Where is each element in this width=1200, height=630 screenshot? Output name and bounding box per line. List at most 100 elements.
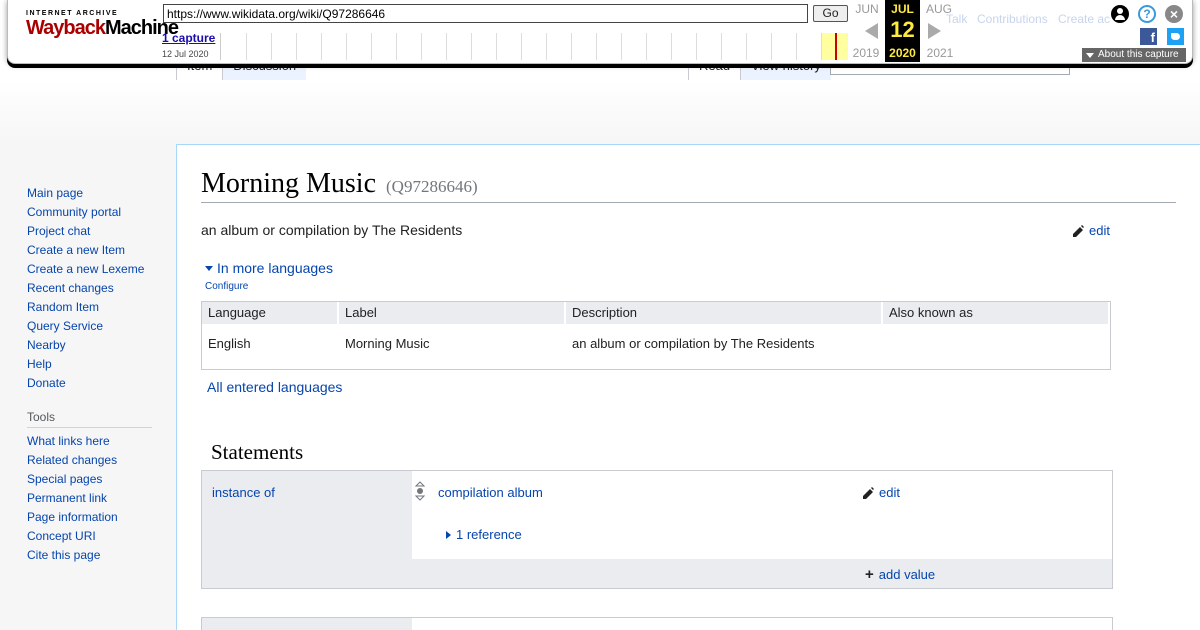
description-cell: an album or compilation by The Residents xyxy=(572,336,815,351)
plus-icon: + xyxy=(865,566,874,583)
sparkline-tick xyxy=(346,33,347,60)
sparkline-tick xyxy=(496,33,497,60)
sidebar-item-concept-uri[interactable]: Concept URI xyxy=(27,529,157,548)
rank-selector-icon[interactable] xyxy=(415,481,425,501)
sparkline-tick xyxy=(396,33,397,60)
sidebar-item-main-page[interactable]: Main page xyxy=(27,186,157,205)
next-year-label[interactable]: 2021 xyxy=(920,46,960,60)
property-link[interactable]: instance of xyxy=(212,485,275,500)
sparkline-tick xyxy=(646,33,647,60)
page-title-row: Morning Music (Q97286646) xyxy=(201,168,1176,203)
current-year: 2020 xyxy=(889,46,916,60)
table-row: English Morning Music an album or compil… xyxy=(202,324,1110,368)
caret-right-icon xyxy=(446,530,451,539)
all-languages-link[interactable]: All entered languages xyxy=(207,379,342,395)
sidebar-item-create-lexeme[interactable]: Create a new Lexeme xyxy=(27,262,157,281)
sparkline-tick xyxy=(696,33,697,60)
configure-link[interactable]: Configure xyxy=(205,281,248,292)
help-icon[interactable]: ? xyxy=(1138,5,1156,23)
sparkline-tick xyxy=(721,33,722,60)
column-header: Label xyxy=(339,302,566,324)
about-capture-label: About this capture xyxy=(1098,49,1179,60)
sparkline-tick xyxy=(471,33,472,60)
prev-capture-arrow-icon[interactable] xyxy=(865,23,878,39)
sidebar-tools: What links here Related changes Special … xyxy=(27,434,157,567)
item-description: an album or compilation by The Residents xyxy=(201,222,463,238)
sparkline-tick xyxy=(621,33,622,60)
sparkline-tick xyxy=(446,33,447,60)
sidebar: Main page Community portal Project chat … xyxy=(27,186,157,567)
edit-label[interactable]: edit xyxy=(879,485,900,500)
sparkline-tick xyxy=(596,33,597,60)
current-capture-date: JUL 12 2020 xyxy=(885,0,920,62)
facebook-icon[interactable]: f xyxy=(1140,28,1157,45)
sidebar-item-page-information[interactable]: Page information xyxy=(27,510,157,529)
sidebar-item-donate[interactable]: Donate xyxy=(27,376,157,395)
pencil-icon xyxy=(1073,224,1084,237)
capture-sparkline[interactable] xyxy=(220,33,848,60)
add-value-button[interactable]: + add value xyxy=(865,566,935,583)
logo-top-text: INTERNET ARCHIVE xyxy=(26,10,119,17)
sidebar-item-what-links-here[interactable]: What links here xyxy=(27,434,157,453)
sparkline-tick xyxy=(771,33,772,60)
page-title: Morning Music xyxy=(201,168,376,199)
sparkline-tick xyxy=(421,33,422,60)
sidebar-item-create-item[interactable]: Create a new Item xyxy=(27,243,157,262)
sidebar-item-project-chat[interactable]: Project chat xyxy=(27,224,157,243)
caret-down-icon xyxy=(1086,52,1094,58)
ghost-link-contributions: Contributions xyxy=(977,12,1048,26)
sidebar-item-special-pages[interactable]: Special pages xyxy=(27,472,157,491)
column-header: Also known as xyxy=(883,302,1110,324)
wayback-logo[interactable]: INTERNET ARCHIVE WaybackMachine xyxy=(26,10,179,50)
prev-month-label[interactable]: JUN xyxy=(847,2,887,16)
sidebar-item-permanent-link[interactable]: Permanent link xyxy=(27,491,157,510)
user-icon[interactable] xyxy=(1111,5,1129,23)
sidebar-item-nearby[interactable]: Nearby xyxy=(27,338,157,357)
prev-year-label[interactable]: 2019 xyxy=(846,46,886,60)
sparkline-tick xyxy=(546,33,547,60)
twitter-icon[interactable] xyxy=(1167,28,1184,45)
sidebar-item-community-portal[interactable]: Community portal xyxy=(27,205,157,224)
wayback-toolbar: INTERNET ARCHIVE WaybackMachine Go 1 cap… xyxy=(7,0,1193,64)
edit-label[interactable]: edit xyxy=(1089,223,1110,238)
sidebar-item-help[interactable]: Help xyxy=(27,357,157,376)
go-button[interactable]: Go xyxy=(813,5,848,22)
statements-heading: Statements xyxy=(211,440,304,464)
sidebar-item-random-item[interactable]: Random Item xyxy=(27,300,157,319)
logo-wordmark: WaybackMachine xyxy=(26,17,179,39)
sparkline-capture-mark xyxy=(835,33,837,60)
sidebar-item-related-changes[interactable]: Related changes xyxy=(27,453,157,472)
sidebar-item-cite-this-page[interactable]: Cite this page xyxy=(27,548,157,567)
add-value-label[interactable]: add value xyxy=(879,567,935,582)
more-languages-label[interactable]: In more languages xyxy=(217,260,333,276)
edit-terms-button[interactable]: edit xyxy=(1072,223,1110,238)
column-header: Language xyxy=(202,302,339,324)
claim-value-link[interactable]: compilation album xyxy=(438,485,543,500)
sparkline-tick xyxy=(296,33,297,60)
sparkline-tick xyxy=(746,33,747,60)
wayback-url-input[interactable] xyxy=(163,4,808,23)
aliases-cell xyxy=(883,324,1110,368)
claim xyxy=(412,618,1112,630)
more-languages-toggle[interactable]: In more languages xyxy=(205,260,333,276)
pencil-icon xyxy=(863,486,874,499)
next-capture-arrow-icon[interactable] xyxy=(928,23,941,39)
language-cell: English xyxy=(208,336,251,351)
references-toggle[interactable]: 1 reference xyxy=(446,527,522,542)
statement-group-partial xyxy=(201,617,1113,630)
captures-link[interactable]: 1 capture xyxy=(162,31,215,45)
caret-down-icon xyxy=(205,265,213,271)
references-label[interactable]: 1 reference xyxy=(456,527,522,542)
close-icon[interactable]: × xyxy=(1165,5,1183,23)
sparkline-tick xyxy=(246,33,247,60)
sidebar-item-query-service[interactable]: Query Service xyxy=(27,319,157,338)
sidebar-item-recent-changes[interactable]: Recent changes xyxy=(27,281,157,300)
languages-table-header: Language Label Description Also known as xyxy=(202,302,1110,324)
about-capture-button[interactable]: About this capture xyxy=(1082,48,1186,62)
claim-edit-button[interactable]: edit xyxy=(862,485,900,500)
sidebar-tools-heading: Tools xyxy=(27,409,152,428)
sparkline-tick xyxy=(321,33,322,60)
sparkline-tick xyxy=(271,33,272,60)
next-month-label[interactable]: AUG xyxy=(919,2,959,16)
sidebar-navigation: Main page Community portal Project chat … xyxy=(27,186,157,395)
